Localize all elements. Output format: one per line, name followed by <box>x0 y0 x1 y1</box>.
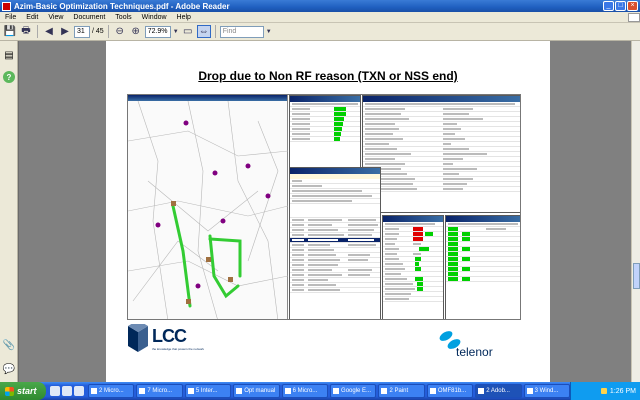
folder-icon <box>236 388 243 394</box>
taskbar-button[interactable]: 7 Micro... <box>136 384 183 398</box>
previous-page-icon[interactable]: ◀ <box>42 25 56 38</box>
window-title: Azim-Basic Optimization Techniques.pdf -… <box>14 1 230 11</box>
windows-flag-icon <box>5 386 14 396</box>
help-icon[interactable]: ? <box>3 71 15 83</box>
menu-window[interactable]: Window <box>137 14 172 21</box>
browser-icon[interactable] <box>62 386 72 396</box>
maximize-button[interactable]: □ <box>615 1 626 11</box>
taskbar-button[interactable]: 6 Micro... <box>281 384 329 398</box>
zoom-input[interactable]: 72.9% <box>144 25 171 38</box>
zoom-out-icon[interactable]: ⊖ <box>113 25 127 38</box>
map-window <box>128 95 288 319</box>
zoom-in-icon[interactable]: ⊕ <box>129 25 143 38</box>
radio-parameters-window[interactable] <box>362 95 520 213</box>
window-titlebar[interactable]: Azim-Basic Optimization Techniques.pdf -… <box>0 0 640 12</box>
pdf-page: Drop due to Non RF reason (TXN or NSS en… <box>106 41 550 382</box>
fit-width-icon[interactable]: ⇔ <box>196 25 211 38</box>
show-desktop-icon[interactable] <box>50 386 60 396</box>
taskbar-button[interactable]: 2 Micro... <box>88 384 135 398</box>
telenor-wordmark: telenor <box>456 345 493 359</box>
internet-explorer-icon <box>187 388 194 394</box>
task-buttons: 2 Micro... 7 Micro... 5 Inter... Opt man… <box>88 384 570 398</box>
toolbar: 💾 🖶 ◀ ▶ 31 / 45 ⊖ ⊕ 72.9% ▼ ▭ ⇔ Find ▼ <box>0 23 640 41</box>
start-label: start <box>17 386 37 396</box>
adobe-reader-icon <box>2 1 11 11</box>
windows-logo-icon <box>628 12 640 22</box>
toolbar-divider <box>37 25 38 38</box>
clock[interactable]: 1:26 PM <box>610 388 636 395</box>
menu-edit[interactable]: Edit <box>21 14 43 21</box>
vertical-scrollbar[interactable] <box>631 41 640 382</box>
toolbar-divider <box>214 25 216 38</box>
minimize-button[interactable]: _ <box>603 1 614 11</box>
lcc-tagline: the knowledge that powers the network <box>152 347 205 351</box>
slide-title: Drop due to Non RF reason (TXN or NSS en… <box>198 69 458 83</box>
taskbar-button[interactable]: 3 Wind... <box>523 384 570 398</box>
excel-icon <box>139 388 146 394</box>
adobe-reader-icon <box>478 388 485 394</box>
menu-bar: File Edit View Document Tools Window Hel… <box>0 12 640 23</box>
scrollbar-thumb[interactable] <box>633 263 640 289</box>
paint-icon <box>381 388 388 394</box>
menu-view[interactable]: View <box>43 14 68 21</box>
page-total: / 45 <box>92 28 104 35</box>
menu-help[interactable]: Help <box>172 14 196 21</box>
lcc-wordmark: LCC <box>152 326 187 346</box>
menu-file[interactable]: File <box>0 14 21 21</box>
application-icon <box>429 388 436 394</box>
taskbar: start 2 Micro... 7 Micro... 5 Inter... O… <box>0 382 640 400</box>
taskbar-button[interactable]: Opt manual <box>233 384 280 398</box>
map-canvas <box>128 101 288 319</box>
taskbar-button-active[interactable]: 2 Adob... <box>475 384 522 398</box>
start-button[interactable]: start <box>0 382 46 400</box>
system-tray: 1:26 PM <box>570 382 640 400</box>
taskbar-button[interactable]: 5 Inter... <box>184 384 232 398</box>
tray-icon[interactable] <box>600 388 607 394</box>
tems-screenshot <box>127 94 521 320</box>
events-window[interactable] <box>289 167 381 319</box>
next-page-icon[interactable]: ▶ <box>58 25 72 38</box>
comments-icon[interactable]: 💬 <box>3 363 15 375</box>
menu-tools[interactable]: Tools <box>110 14 136 21</box>
attachments-icon[interactable]: 📎 <box>3 339 15 351</box>
menu-document[interactable]: Document <box>68 14 110 21</box>
document-viewport[interactable]: Drop due to Non RF reason (TXN or NSS en… <box>19 41 631 382</box>
print-icon[interactable]: 🖶 <box>19 25 33 38</box>
word-icon <box>91 388 97 394</box>
serving-cell-window[interactable] <box>382 215 444 319</box>
lcc-mark-icon <box>128 324 148 352</box>
hopping-window[interactable] <box>445 215 520 319</box>
lcc-logo: LCC the knowledge that powers the networ… <box>126 324 206 364</box>
pages-icon[interactable]: ▤ <box>3 49 15 61</box>
powerpoint-icon <box>284 388 291 394</box>
taskbar-button[interactable]: Google E... <box>330 384 377 398</box>
save-icon[interactable]: 💾 <box>3 25 17 38</box>
page-number-input[interactable]: 31 <box>74 25 90 38</box>
fit-page-icon[interactable]: ▭ <box>181 25 195 38</box>
telenor-logo: telenor <box>436 329 526 365</box>
taskbar-button[interactable]: 2 Paint <box>378 384 425 398</box>
windows-explorer-icon <box>526 388 533 394</box>
media-player-icon[interactable] <box>74 386 84 396</box>
toolbar-divider <box>107 25 109 38</box>
navigation-pane: ▤ ? 📎 💬 <box>0 41 18 382</box>
quick-launch <box>50 386 84 396</box>
google-earth-icon <box>333 388 340 394</box>
find-input[interactable]: Find <box>219 25 264 38</box>
find-dropdown-icon[interactable]: ▼ <box>266 25 272 38</box>
close-button[interactable]: × <box>627 1 638 11</box>
zoom-dropdown-icon[interactable]: ▼ <box>173 25 179 38</box>
taskbar-button[interactable]: OMF81b... <box>426 384 474 398</box>
